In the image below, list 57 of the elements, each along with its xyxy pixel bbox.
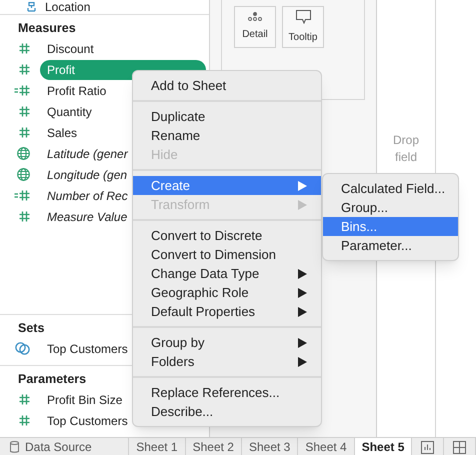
field-item[interactable]: Profit Ratio — [40, 82, 106, 100]
set-icon — [15, 342, 30, 355]
field-item[interactable]: Quantity — [40, 102, 92, 120]
calculated-number-icon — [14, 85, 30, 96]
calculated-number-icon — [14, 190, 30, 201]
menu-item[interactable]: Geographic Role — [133, 283, 321, 302]
number-sign-icon — [19, 43, 30, 54]
menu-item[interactable]: Folders — [133, 352, 321, 371]
sheet-tab[interactable]: Sheet 1 — [129, 438, 186, 455]
field-item[interactable]: Profit Bin Size — [40, 390, 122, 408]
marks-button[interactable]: Detail — [234, 6, 276, 48]
number-sign-icon — [19, 64, 30, 75]
sheet-tab[interactable]: Sheet 2 — [186, 438, 242, 455]
new-dashboard-icon[interactable] — [453, 440, 466, 454]
menu-item[interactable]: Group by — [133, 333, 321, 352]
field-item[interactable]: Longitude (gen — [40, 166, 128, 184]
menu-item[interactable]: Replace References... — [133, 383, 321, 402]
section-heading: Sets — [17, 320, 44, 337]
database-icon — [10, 441, 19, 453]
menu-item[interactable]: Convert to Dimension — [133, 245, 321, 264]
globe-icon — [17, 147, 30, 160]
field-label[interactable]: Location — [45, 0, 90, 14]
sheet-tab[interactable]: Sheet 5 — [354, 438, 412, 455]
field-item[interactable]: Sales — [40, 124, 78, 142]
marks-button[interactable]: Tooltip — [282, 6, 324, 48]
globe-icon — [17, 168, 30, 181]
menu-item[interactable]: Change Data Type — [133, 264, 321, 283]
field-item[interactable]: Measure Value — [40, 208, 128, 226]
speech-bubble-icon — [296, 10, 310, 24]
number-sign-icon — [19, 394, 30, 405]
menu-item[interactable]: Create — [133, 176, 321, 195]
field-item[interactable]: Latitude (gener — [40, 144, 128, 162]
section-heading: Parameters — [17, 371, 86, 388]
menu-item[interactable]: Rename — [133, 126, 321, 145]
dots-icon — [248, 12, 262, 21]
menu-item[interactable]: Describe... — [133, 402, 321, 421]
field-item[interactable]: Top Customers — [40, 340, 128, 358]
menu-item[interactable]: Group... — [323, 198, 458, 217]
menu-item[interactable]: Duplicate — [133, 107, 321, 126]
section-heading: Measures — [17, 20, 76, 37]
menu-item[interactable]: Calculated Field... — [323, 179, 458, 198]
number-sign-icon — [19, 211, 30, 222]
number-sign-icon — [19, 127, 30, 138]
hierarchy-icon — [26, 2, 37, 12]
field-item[interactable]: Top Customers — [40, 412, 128, 430]
drop-field-hint: Drop field — [392, 132, 420, 166]
menu-item[interactable]: Bins... — [323, 217, 458, 236]
number-sign-icon — [19, 415, 30, 426]
sheet-tab[interactable]: Sheet 3 — [242, 438, 298, 455]
new-sheet-icon[interactable] — [421, 440, 434, 454]
menu-item[interactable]: Convert to Discrete — [133, 226, 321, 245]
field-item[interactable]: Number of Rec — [40, 186, 128, 204]
sheet-tab[interactable]: Data Source — [0, 438, 130, 455]
number-sign-icon — [19, 106, 30, 117]
field-item[interactable]: Discount — [40, 40, 94, 58]
menu-item[interactable]: Parameter... — [323, 236, 458, 255]
menu-item[interactable]: Default Properties — [133, 302, 321, 321]
